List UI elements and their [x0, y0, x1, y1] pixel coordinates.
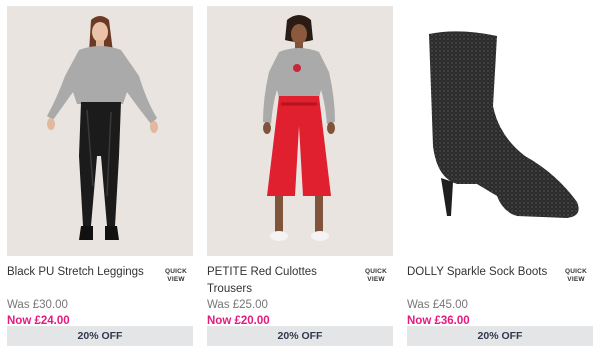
product-title[interactable]: PETITE Red Culottes Trousers [207, 264, 357, 298]
product-title[interactable]: Black PU Stretch Leggings [7, 264, 157, 281]
quick-view-label-line1: QUICK [565, 268, 587, 275]
product-card-dolly-sock-boots[interactable]: DOLLY Sparkle Sock Boots QUICK VIEW Was … [407, 6, 593, 346]
discount-badge: 20% OFF [407, 326, 593, 346]
quick-view-label-line2: VIEW [367, 276, 385, 283]
product-image[interactable] [207, 6, 393, 256]
quick-view-label-line1: QUICK [165, 268, 187, 275]
quick-view-button[interactable]: QUICK VIEW [161, 268, 191, 284]
was-price: Was £25.00 [207, 299, 268, 311]
sock-boot-photo [407, 6, 593, 256]
quick-view-button[interactable]: QUICK VIEW [561, 268, 591, 284]
discount-badge: 20% OFF [207, 326, 393, 346]
quick-view-button[interactable]: QUICK VIEW [361, 268, 391, 284]
product-title[interactable]: DOLLY Sparkle Sock Boots [407, 264, 557, 281]
product-grid: Black PU Stretch Leggings QUICK VIEW Was… [0, 0, 600, 353]
discount-badge: 20% OFF [7, 326, 193, 346]
quick-view-label-line1: QUICK [365, 268, 387, 275]
product-card-black-pu-leggings[interactable]: Black PU Stretch Leggings QUICK VIEW Was… [7, 6, 193, 346]
product-image[interactable] [407, 6, 593, 256]
product-info: DOLLY Sparkle Sock Boots QUICK VIEW Was … [407, 256, 593, 329]
quick-view-label-line2: VIEW [567, 276, 585, 283]
model-leggings-photo [7, 6, 193, 256]
product-info: PETITE Red Culottes Trousers QUICK VIEW … [207, 256, 393, 329]
was-price: Was £45.00 [407, 299, 468, 311]
model-culottes-photo [207, 6, 393, 256]
was-price: Was £30.00 [7, 299, 68, 311]
product-info: Black PU Stretch Leggings QUICK VIEW Was… [7, 256, 193, 329]
product-card-red-culottes[interactable]: PETITE Red Culottes Trousers QUICK VIEW … [207, 6, 393, 346]
quick-view-label-line2: VIEW [167, 276, 185, 283]
product-image[interactable] [7, 6, 193, 256]
